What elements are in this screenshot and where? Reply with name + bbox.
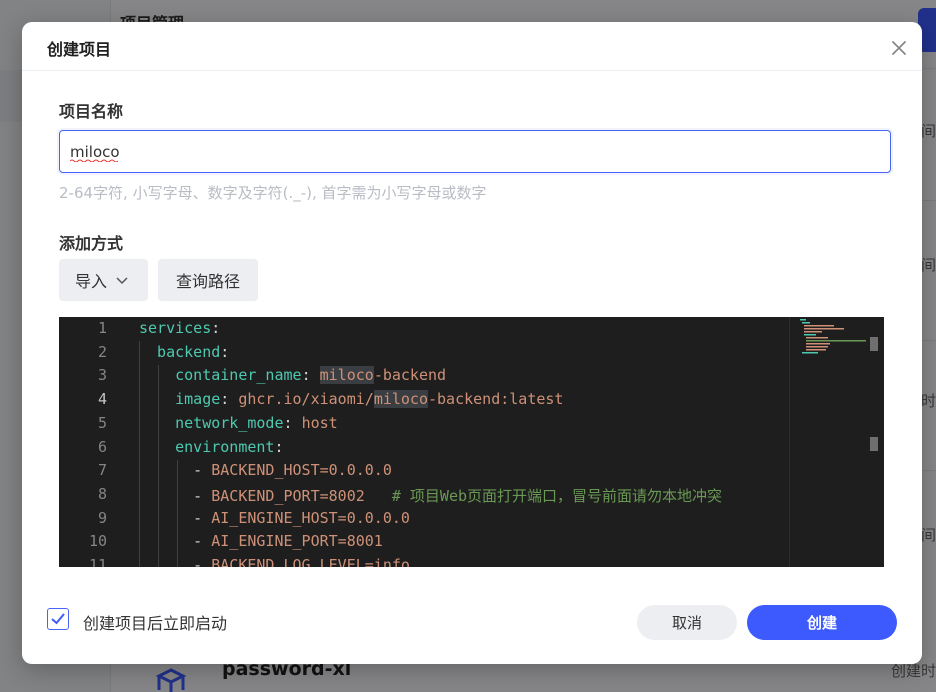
import-dropdown-button[interactable]: 导入 xyxy=(59,259,148,301)
close-icon[interactable] xyxy=(888,37,910,59)
code-line[interactable]: - BACKEND_LOG_LEVEL=info xyxy=(139,556,410,567)
code-token: ghcr.io/xiaomi/ xyxy=(238,390,374,409)
scrollbar-thumb[interactable] xyxy=(870,337,878,351)
code-token: AI_ENGINE_HOST=0.0.0.0 xyxy=(211,508,410,527)
code-line[interactable]: services: xyxy=(139,319,220,337)
code-line[interactable]: backend: xyxy=(139,343,229,361)
code-token: miloco xyxy=(319,366,374,385)
code-token: # 项目Web页面打开端口，冒号前面请勿本地冲突 xyxy=(364,486,723,505)
indent-guide xyxy=(158,365,159,567)
line-number: 5 xyxy=(97,413,107,432)
code-token: environment xyxy=(139,437,275,456)
indent-guide xyxy=(177,460,178,567)
code-token: - xyxy=(139,556,212,567)
line-number: 11 xyxy=(88,556,107,567)
spellcheck-underline xyxy=(70,159,118,162)
code-line[interactable]: environment: xyxy=(139,437,284,456)
line-number: 1 xyxy=(97,319,107,337)
check-icon xyxy=(51,613,65,625)
code-token: services xyxy=(139,319,212,337)
line-number: 3 xyxy=(97,366,107,385)
code-token: BACKEND_PORT=8002 xyxy=(211,486,365,505)
scrollbar-marker xyxy=(870,437,878,451)
line-number: 9 xyxy=(97,508,107,527)
line-number: 2 xyxy=(97,342,107,361)
line-number: 8 xyxy=(97,484,107,503)
code-token: : xyxy=(283,413,302,432)
code-line[interactable]: container_name: miloco-backend xyxy=(139,366,447,385)
dialog-header: 创建项目 xyxy=(22,22,922,71)
code-token: : xyxy=(211,319,221,337)
cancel-button[interactable]: 取消 xyxy=(637,605,737,640)
code-token: BACKEND_LOG_LEVEL=info xyxy=(211,556,410,567)
editor-minimap[interactable] xyxy=(789,317,884,567)
line-number: 6 xyxy=(97,437,107,456)
code-token: - xyxy=(139,486,212,505)
code-token: : xyxy=(274,437,284,456)
code-token: : xyxy=(220,390,239,409)
editor-gutter: 1 2 3 4 5 6 7 8 9 10 11 xyxy=(59,317,121,567)
code-line[interactable]: network_mode: host xyxy=(139,414,338,432)
start-after-create-label[interactable]: 创建项目后立即启动 xyxy=(83,610,227,634)
add-method-label: 添加方式 xyxy=(59,234,124,253)
code-line[interactable]: - AI_ENGINE_HOST=0.0.0.0 xyxy=(139,509,410,527)
project-name-label: 项目名称 xyxy=(59,102,124,121)
start-after-create-checkbox[interactable] xyxy=(47,608,69,630)
create-button[interactable]: 创建 xyxy=(747,605,897,640)
code-line[interactable]: - AI_ENGINE_PORT=8001 xyxy=(139,532,383,550)
code-token: host xyxy=(301,413,338,432)
code-token: -backend:latest xyxy=(428,390,564,409)
compose-code-editor[interactable]: 1 2 3 4 5 6 7 8 9 10 11 services: backend: contain… xyxy=(59,317,884,567)
line-number: 7 xyxy=(97,461,107,480)
project-name-hint: 2-64字符, 小写字母、数字及字符(._-), 首字需为小写字母或数字 xyxy=(59,184,487,202)
code-token: -backend xyxy=(373,366,447,385)
code-token: : xyxy=(220,342,230,361)
code-token: : xyxy=(301,366,320,385)
chevron-down-icon xyxy=(116,277,128,285)
project-name-input[interactable] xyxy=(59,130,891,173)
code-token: AI_ENGINE_PORT=8001 xyxy=(211,532,383,551)
code-token: BACKEND_HOST=0.0.0.0 xyxy=(211,461,392,480)
create-project-dialog: 创建项目 项目名称 2-64字符, 小写字母、数字及字符(._-), 首字需为小… xyxy=(22,22,922,664)
dialog-title: 创建项目 xyxy=(47,40,112,59)
line-number: 10 xyxy=(88,532,107,551)
query-path-button[interactable]: 查询路径 xyxy=(158,259,258,301)
code-token: backend xyxy=(139,342,221,361)
code-token: - xyxy=(139,532,212,551)
code-line[interactable]: image: ghcr.io/xiaomi/miloco-backend:lat… xyxy=(139,390,564,409)
code-token: miloco xyxy=(373,390,428,409)
code-token: container_name xyxy=(139,366,302,385)
import-button-label: 导入 xyxy=(75,272,108,291)
indent-guide xyxy=(139,341,140,567)
code-token: network_mode xyxy=(139,413,284,432)
code-token: image xyxy=(139,390,221,409)
code-line[interactable]: - BACKEND_PORT=8002 # 项目Web页面打开端口，冒号前面请勿… xyxy=(139,485,722,506)
code-token: - xyxy=(139,508,212,527)
line-number: 4 xyxy=(97,390,107,409)
code-token: - xyxy=(139,461,212,480)
